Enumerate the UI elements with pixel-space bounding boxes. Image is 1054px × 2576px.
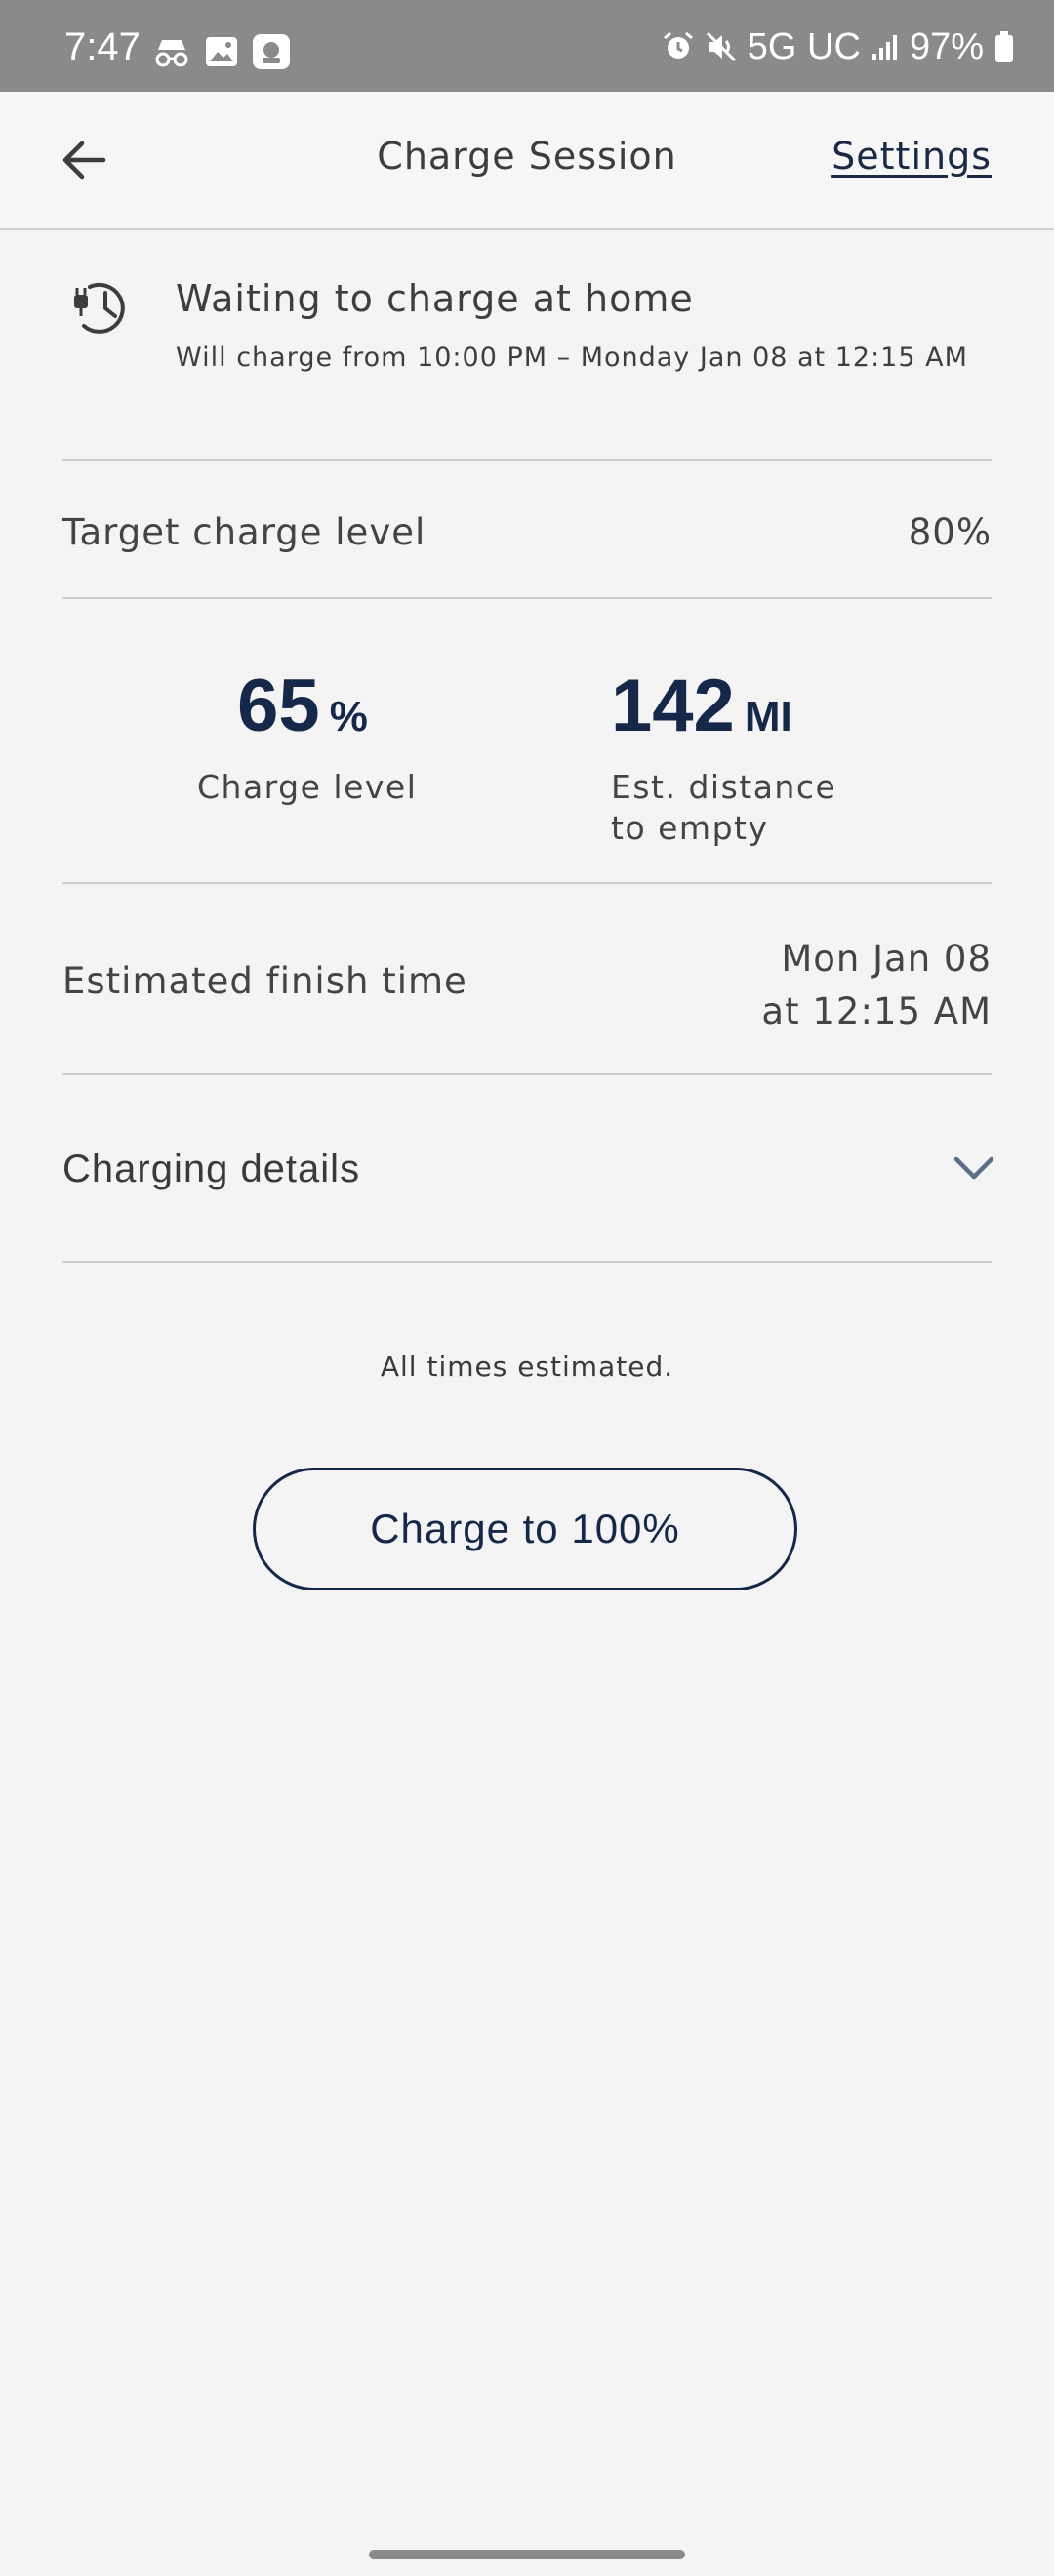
battery-percent: 97%: [909, 26, 984, 67]
alarm-icon: [663, 31, 693, 59]
target-charge-label: Target charge level: [62, 511, 426, 553]
finish-time: at 12:15 AM: [761, 990, 992, 1032]
finish-date: Mon Jan 08: [781, 938, 992, 980]
divider: [62, 459, 992, 461]
chevron-down-icon[interactable]: [951, 1149, 997, 1188]
finish-time-label: Estimated finish time: [62, 960, 467, 1002]
finish-time-value: Mon Jan 08 at 12:15 AM: [761, 933, 992, 1038]
charge-level-stat: 65%: [197, 667, 410, 745]
settings-link[interactable]: Settings: [831, 135, 992, 178]
scheduled-charge-icon: [74, 282, 125, 334]
status-system-icons: 5G UC 97%: [662, 23, 1015, 70]
gallery-icon: [206, 37, 237, 66]
times-estimated-note: All times estimated.: [380, 1350, 674, 1383]
app-header: Charge Session Settings: [0, 92, 1054, 230]
divider: [62, 1261, 992, 1263]
status-bar: 7:47 5G UC 97%: [0, 0, 1054, 92]
distance-label-line2: to empty: [611, 809, 769, 847]
distance-unit: MI: [744, 693, 792, 741]
distance-stat: 142 MI: [611, 667, 792, 745]
network-label: 5G UC: [747, 26, 861, 67]
mute-icon: [706, 31, 736, 62]
status-notification-icons: [152, 33, 291, 70]
home-indicator[interactable]: [369, 2550, 685, 2559]
status-time: 7:47: [64, 25, 141, 68]
app-notification-icon: [253, 34, 290, 69]
charge-to-100-button[interactable]: Charge to 100%: [253, 1468, 797, 1590]
divider: [62, 1073, 992, 1075]
signal-icon: [872, 35, 897, 60]
charge-schedule-text: Will charge from 10:00 PM – Monday Jan 0…: [176, 342, 968, 373]
charge-level-label: Charge level: [197, 768, 418, 806]
distance-value: 142: [611, 664, 735, 747]
divider: [62, 882, 992, 884]
charge-level-value: 65: [237, 664, 320, 747]
battery-icon: [995, 31, 1013, 62]
target-charge-value[interactable]: 80%: [909, 511, 992, 553]
incognito-icon: [155, 40, 188, 67]
charge-level-unit: %: [329, 693, 368, 741]
divider: [62, 597, 992, 599]
distance-label: Est. distance to empty: [611, 767, 836, 849]
charge-status-title: Waiting to charge at home: [176, 277, 694, 320]
distance-label-line1: Est. distance: [611, 768, 837, 806]
charging-details-toggle[interactable]: Charging details: [62, 1147, 360, 1191]
